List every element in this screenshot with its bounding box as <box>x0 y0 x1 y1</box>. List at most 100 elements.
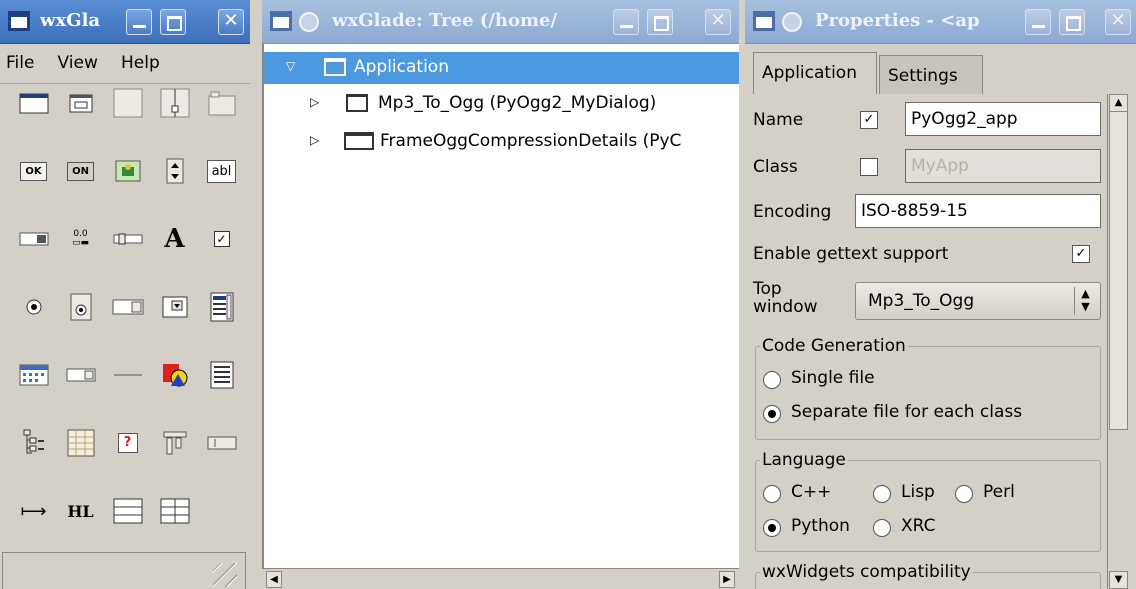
notebook-icon[interactable] <box>198 86 245 120</box>
hyperlink-icon[interactable]: HL <box>57 494 104 528</box>
minimize-button[interactable] <box>126 9 152 35</box>
date-picker-icon[interactable] <box>57 358 104 392</box>
class-checkbox[interactable] <box>860 158 878 176</box>
xrc-label: XRC <box>901 516 936 536</box>
maximize-button[interactable] <box>647 9 673 35</box>
separate-files-label: Separate file for each class <box>791 402 1023 422</box>
spin-ctrl-icon[interactable]: 0.0 ▭▬ <box>57 222 104 256</box>
menu-help[interactable]: Help <box>121 53 160 73</box>
radio-xrc[interactable] <box>873 519 891 537</box>
window-icon <box>8 11 30 31</box>
static-text-icon[interactable]: A <box>151 222 198 256</box>
gettext-checkbox[interactable]: ✓ <box>1072 245 1090 263</box>
radio-perl[interactable] <box>955 485 973 503</box>
menu-file[interactable]: File <box>6 53 34 73</box>
scroll-left-icon[interactable]: ◀ <box>266 571 282 588</box>
frame-icon[interactable] <box>10 86 57 120</box>
radio-button-icon[interactable] <box>10 290 57 324</box>
name-field[interactable]: PyOgg2_app <box>905 102 1101 136</box>
frame-icon <box>344 132 374 150</box>
static-line-icon[interactable] <box>104 358 151 392</box>
dialog-icon[interactable] <box>57 86 104 120</box>
bitmap-button-icon[interactable] <box>104 154 151 188</box>
properties-titlebar[interactable]: Properties - <ap ✕ <box>745 0 1136 44</box>
perl-label: Perl <box>983 482 1015 502</box>
window-icon <box>753 11 775 31</box>
vertical-scrollbar[interactable]: ▲ ▼ <box>1107 94 1128 589</box>
tree-item-application[interactable]: ▽ Application <box>264 52 739 84</box>
compatibility-legend: wxWidgets compatibility <box>762 562 971 582</box>
grid-sizer-icon[interactable] <box>151 494 198 528</box>
gettext-label: Enable gettext support <box>753 244 949 264</box>
code-generation-legend: Code Generation <box>762 336 906 356</box>
tab-settings[interactable]: Settings <box>879 55 983 94</box>
status-bar-icon[interactable] <box>198 426 245 460</box>
palette-titlebar[interactable]: wxGla ✕ <box>0 0 250 44</box>
radio-box-icon[interactable] <box>57 290 104 324</box>
grid-icon[interactable] <box>57 426 104 460</box>
encoding-field[interactable]: ISO-8859-15 <box>855 194 1101 228</box>
minimize-button[interactable] <box>613 9 639 35</box>
language-legend: Language <box>762 450 846 470</box>
gauge-icon[interactable] <box>10 222 57 256</box>
resize-grip-icon[interactable] <box>213 563 237 587</box>
scroll-thumb[interactable] <box>1109 94 1128 430</box>
name-checkbox[interactable]: ✓ <box>860 111 878 129</box>
radio-lisp[interactable] <box>873 485 891 503</box>
top-window-label: Top window <box>753 279 818 317</box>
collapsed-arrow-icon[interactable]: ▷ <box>310 133 319 147</box>
spacer-icon[interactable]: ⟼ <box>10 494 57 528</box>
button-icon[interactable]: OK <box>10 154 57 188</box>
radio-python[interactable] <box>763 519 781 537</box>
static-bitmap-icon[interactable] <box>151 358 198 392</box>
close-button[interactable]: ✕ <box>705 9 731 35</box>
radio-single-file[interactable] <box>763 371 781 389</box>
panel-icon[interactable] <box>104 86 151 120</box>
class-label: Class <box>753 157 798 177</box>
horizontal-scrollbar[interactable]: ◀ ▶ <box>262 568 739 589</box>
custom-widget-icon[interactable]: ? <box>104 426 151 460</box>
name-label: Name <box>753 110 804 130</box>
class-field[interactable]: MyApp <box>905 149 1101 183</box>
spin-button-icon[interactable] <box>151 154 198 188</box>
box-sizer-icon[interactable] <box>104 494 151 528</box>
slider-icon[interactable] <box>104 222 151 256</box>
text-ctrl-icon[interactable]: abl <box>198 154 245 188</box>
palette-title: wxGla <box>40 10 101 31</box>
scroll-up-icon[interactable]: ▲ <box>1109 94 1128 112</box>
radio-cpp[interactable] <box>763 485 781 503</box>
tree-ctrl-icon[interactable] <box>10 426 57 460</box>
combo-box-icon[interactable] <box>151 290 198 324</box>
menu-view[interactable]: View <box>58 53 98 73</box>
minimize-button[interactable] <box>1025 9 1051 35</box>
top-window-value: Mp3_To_Ogg <box>868 291 975 311</box>
code-generation-group: Code Generation <box>755 336 1101 440</box>
expanded-arrow-icon[interactable]: ▽ <box>286 59 295 73</box>
close-button[interactable]: ✕ <box>1105 9 1131 35</box>
maximize-button[interactable] <box>1059 9 1085 35</box>
radio-separate-files[interactable] <box>763 405 781 423</box>
maximize-button[interactable] <box>160 9 186 35</box>
scroll-down-icon[interactable]: ▼ <box>1109 571 1128 589</box>
window-menu-icon[interactable] <box>299 12 319 32</box>
application-icon <box>324 58 346 76</box>
window-menu-icon[interactable] <box>782 12 802 32</box>
top-window-select[interactable]: Mp3_To_Ogg ▲ ▼ <box>855 282 1101 320</box>
scroll-right-icon[interactable]: ▶ <box>719 571 735 588</box>
list-box-icon[interactable] <box>198 290 245 324</box>
toggle-button-icon[interactable]: ON <box>57 154 104 188</box>
list-ctrl-icon[interactable] <box>198 358 245 392</box>
choice-icon[interactable] <box>104 290 151 324</box>
spin-updown-icon[interactable]: ▲ ▼ <box>1074 287 1096 315</box>
widget-tree[interactable]: ▽ Application ▷ Mp3_To_Ogg (PyOgg2_MyDia… <box>262 44 739 568</box>
checkbox-icon[interactable]: ✓ <box>198 222 245 256</box>
splitter-icon[interactable] <box>151 86 198 120</box>
tab-application[interactable]: Application <box>753 52 877 94</box>
single-file-label: Single file <box>791 368 875 388</box>
toolbar-icon[interactable] <box>151 426 198 460</box>
tree-item-label: Application <box>354 57 449 77</box>
tree-titlebar[interactable]: wxGlade: Tree (/home/ ✕ <box>262 0 739 44</box>
collapsed-arrow-icon[interactable]: ▷ <box>310 95 319 109</box>
calendar-icon[interactable] <box>10 358 57 392</box>
close-button[interactable]: ✕ <box>218 9 244 35</box>
